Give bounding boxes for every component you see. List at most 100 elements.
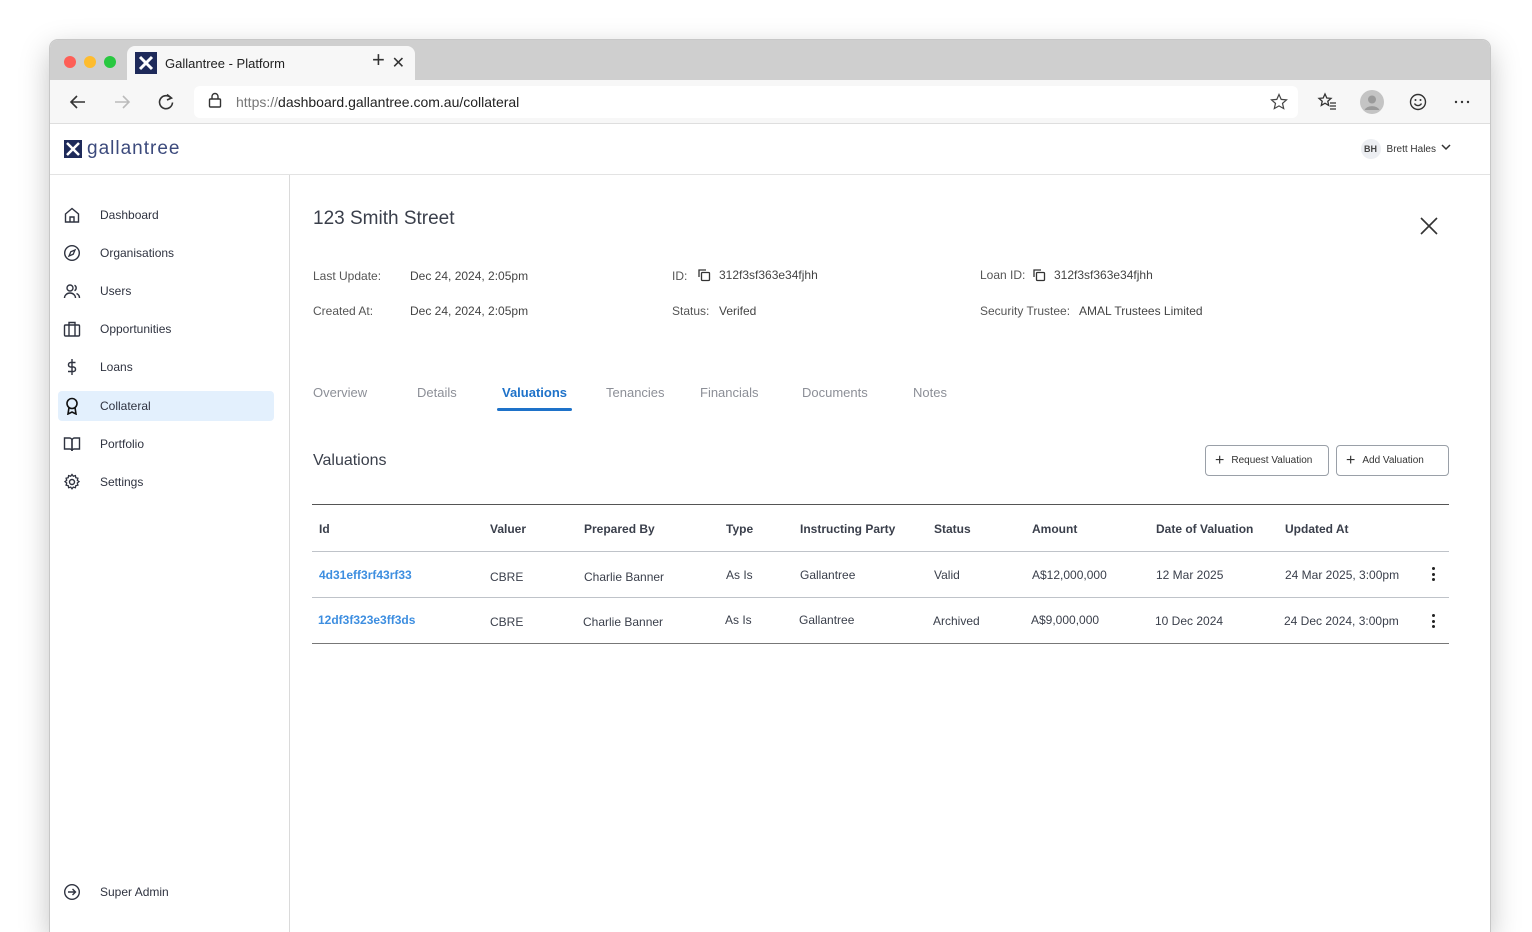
reload-icon[interactable]: [155, 91, 177, 113]
gallantree-logo[interactable]: gallantree: [64, 138, 180, 160]
column-header-valuer[interactable]: Valuer: [490, 522, 526, 536]
column-header-date-of-valuation[interactable]: Date of Valuation: [1156, 522, 1253, 536]
page-title: 123 Smith Street: [313, 208, 455, 229]
last-update-value: Dec 24, 2024, 2:05pm: [410, 269, 529, 283]
sidebar-item-opportunities[interactable]: Opportunities: [58, 314, 274, 344]
security-trustee-label: Security Trustee:: [980, 304, 1071, 318]
column-header-type[interactable]: Type: [726, 522, 753, 536]
super-admin-link[interactable]: Super Admin: [58, 877, 274, 907]
avatar: BH: [1360, 139, 1381, 159]
table-top-border: [312, 504, 1449, 505]
type-cell: As Is: [726, 568, 753, 582]
maximize-window-button[interactable]: [104, 56, 116, 68]
id-value: 312f3sf363e34fjhh: [719, 268, 818, 282]
status-label: Status:: [672, 304, 710, 318]
tab-documents[interactable]: Documents: [802, 385, 868, 400]
minimize-window-button[interactable]: [84, 56, 96, 68]
back-arrow-icon[interactable]: [67, 91, 89, 113]
sidebar-item-dashboard[interactable]: Dashboard: [58, 200, 274, 230]
request-valuation-button[interactable]: + Request Valuation: [1205, 445, 1329, 476]
date-of-valuation-cell: 10 Dec 2024: [1155, 614, 1224, 628]
row-actions-kebab-icon[interactable]: [1425, 612, 1441, 630]
valuation-id-link[interactable]: 12df3f323e3ff3ds: [318, 613, 415, 627]
plus-icon: +: [1215, 451, 1225, 469]
table-bottom-border: [312, 643, 1449, 644]
instructing-party-cell: Gallantree: [800, 568, 856, 582]
created-at-label: Created At:: [313, 304, 374, 318]
browser-window: Gallantree - Platform ✕ + https://dashbo…: [50, 40, 1490, 932]
sidebar: Dashboard Organisations Users Opportunit…: [50, 175, 290, 932]
valuer-cell: CBRE: [490, 615, 524, 629]
sidebar-item-portfolio[interactable]: Portfolio: [58, 429, 274, 459]
valuation-id-link[interactable]: 4d31eff3rf43rf33: [319, 568, 412, 582]
forward-arrow-icon[interactable]: [111, 91, 133, 113]
column-header-updated-at[interactable]: Updated At: [1285, 522, 1349, 536]
column-header-amount[interactable]: Amount: [1032, 522, 1077, 536]
tab-details[interactable]: Details: [417, 385, 457, 400]
header-divider: [312, 551, 1449, 552]
sidebar-item-label: Opportunities: [100, 322, 172, 336]
super-admin-label: Super Admin: [100, 885, 169, 899]
profile-avatar-icon[interactable]: [1360, 90, 1384, 114]
tab-tenancies[interactable]: Tenancies: [606, 385, 665, 400]
sidebar-item-label: Settings: [100, 475, 144, 489]
sidebar-item-label: Users: [100, 284, 132, 298]
close-icon[interactable]: [1418, 215, 1440, 237]
status-value: Verifed: [719, 304, 757, 318]
amount-cell: A$12,000,000: [1032, 568, 1107, 582]
plus-icon: +: [1346, 451, 1356, 469]
sidebar-item-collateral[interactable]: Collateral: [58, 391, 274, 421]
compass-icon: [63, 244, 81, 262]
row-actions-kebab-icon[interactable]: [1425, 565, 1441, 583]
tab-valuations[interactable]: Valuations: [502, 385, 567, 400]
more-menu-icon[interactable]: [1451, 91, 1473, 113]
valuer-cell: CBRE: [490, 570, 524, 584]
bookmark-star-icon[interactable]: [1270, 93, 1288, 116]
sidebar-item-loans[interactable]: Loans: [58, 352, 274, 382]
new-tab-icon[interactable]: +: [372, 49, 385, 71]
active-tab-indicator: [497, 408, 572, 411]
id-label: ID:: [672, 269, 688, 283]
user-menu[interactable]: BH Brett Hales: [1360, 139, 1452, 159]
sidebar-item-organisations[interactable]: Organisations: [58, 238, 274, 268]
close-window-button[interactable]: [64, 56, 76, 68]
gallantree-logo-icon: [64, 140, 82, 158]
type-cell: As Is: [725, 613, 752, 627]
request-valuation-label: Request Valuation: [1231, 455, 1313, 466]
security-trustee-value: AMAL Trustees Limited: [1079, 304, 1203, 318]
copy-icon[interactable]: [1032, 268, 1046, 282]
book-icon: [63, 435, 81, 453]
column-header-status[interactable]: Status: [934, 522, 971, 536]
sidebar-item-settings[interactable]: Settings: [58, 467, 274, 497]
loan-id-label: Loan ID:: [980, 268, 1026, 282]
sidebar-item-users[interactable]: Users: [58, 276, 274, 306]
browser-tabstrip: Gallantree - Platform ✕ +: [50, 40, 1490, 80]
sidebar-item-label: Portfolio: [100, 437, 145, 451]
column-header-instructing-party[interactable]: Instructing Party: [800, 522, 895, 536]
instructing-party-cell: Gallantree: [799, 613, 855, 627]
column-header-prepared-by[interactable]: Prepared By: [584, 522, 655, 536]
add-valuation-button[interactable]: + Add Valuation: [1336, 445, 1449, 476]
address-bar[interactable]: https://dashboard.gallantree.com.au/coll…: [194, 86, 1298, 118]
updated-at-cell: 24 Dec 2024, 3:00pm: [1284, 614, 1399, 628]
sidebar-item-label: Dashboard: [100, 208, 159, 222]
home-icon: [63, 206, 81, 224]
tab-overview[interactable]: Overview: [313, 385, 367, 400]
tab-notes[interactable]: Notes: [913, 385, 947, 400]
favorites-icon[interactable]: [1316, 91, 1338, 113]
chevron-down-icon: [1440, 140, 1452, 158]
copy-icon[interactable]: [697, 268, 711, 282]
tab-financials[interactable]: Financials: [700, 385, 759, 400]
close-tab-icon[interactable]: ✕: [392, 53, 405, 73]
feedback-smiley-icon[interactable]: [1407, 91, 1429, 113]
gear-icon: [63, 473, 81, 491]
add-valuation-label: Add Valuation: [1362, 455, 1424, 466]
loan-id-value: 312f3sf363e34fjhh: [1054, 268, 1153, 282]
dollar-icon: [63, 358, 81, 376]
column-header-id[interactable]: Id: [319, 522, 330, 536]
sidebar-item-label: Loans: [100, 360, 133, 374]
sidebar-item-label: Collateral: [100, 399, 151, 413]
updated-at-cell: 24 Mar 2025, 3:00pm: [1285, 568, 1400, 582]
arrow-circle-right-icon: [63, 883, 81, 901]
created-at-value: Dec 24, 2024, 2:05pm: [410, 304, 529, 318]
